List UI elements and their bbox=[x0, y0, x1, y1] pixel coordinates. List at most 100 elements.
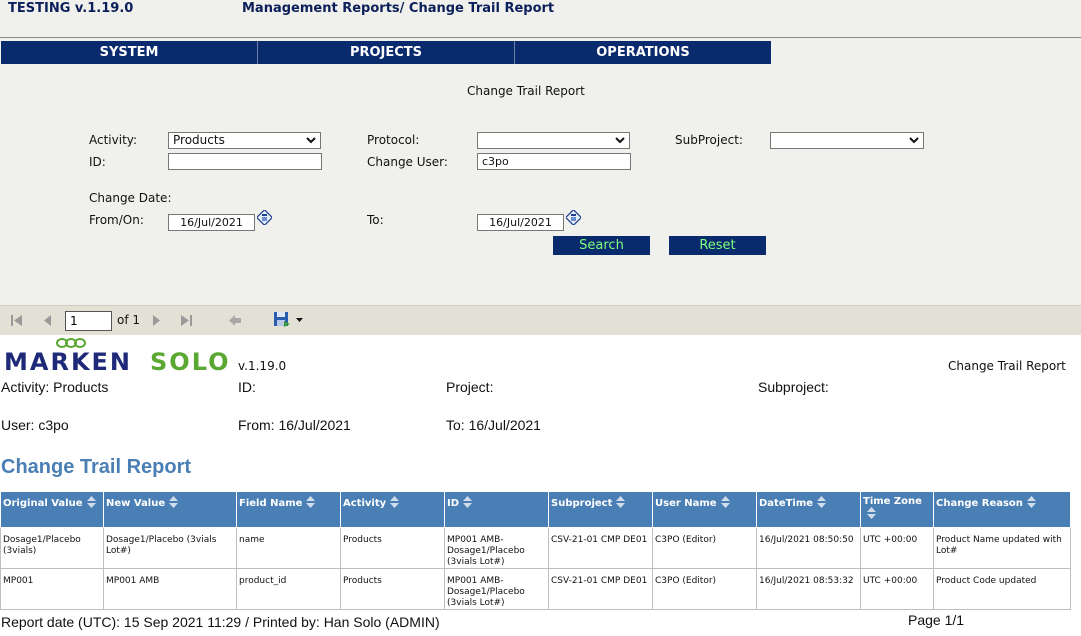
back-icon[interactable] bbox=[228, 314, 242, 327]
column-header-label: Time Zone bbox=[863, 496, 922, 507]
table-cell: Products bbox=[340, 568, 445, 610]
change-user-input[interactable]: c3po bbox=[477, 153, 631, 170]
change-trail-table: Original Value New Value Field Name Activit… bbox=[0, 491, 1071, 610]
meta-from: From: 16/Jul/2021 bbox=[238, 417, 351, 433]
search-button[interactable]: Search bbox=[553, 236, 650, 255]
activity-label: Activity: bbox=[89, 133, 138, 147]
column-header[interactable]: Original Value bbox=[0, 491, 104, 528]
last-page-icon[interactable] bbox=[179, 314, 193, 327]
table-cell: MP001 bbox=[0, 568, 104, 610]
report-title-small: Change Trail Report bbox=[948, 359, 1066, 373]
table-cell: CSV-21-01 CMP DE01 bbox=[548, 568, 653, 610]
calendar-icon[interactable] bbox=[566, 210, 581, 225]
change-date-label: Change Date: bbox=[89, 191, 172, 205]
logo-wave-icon bbox=[56, 338, 86, 348]
to-date-input[interactable]: 16/Jul/2021 bbox=[477, 214, 564, 231]
column-header[interactable]: Change Reason bbox=[933, 491, 1071, 528]
meta-to: To: 16/Jul/2021 bbox=[446, 417, 541, 433]
id-label: ID: bbox=[89, 155, 106, 169]
column-header[interactable]: User Name bbox=[652, 491, 757, 528]
sort-icon[interactable] bbox=[390, 496, 400, 508]
from-label: From/On: bbox=[89, 213, 144, 227]
protocol-select[interactable] bbox=[477, 132, 630, 149]
dropdown-arrow-icon[interactable] bbox=[296, 318, 303, 323]
calendar-icon[interactable] bbox=[257, 210, 272, 225]
export-save-icon[interactable] bbox=[273, 311, 291, 328]
prev-page-icon[interactable] bbox=[42, 314, 52, 327]
sort-icon[interactable] bbox=[616, 496, 626, 508]
breadcrumb: Management Reports/ Change Trail Report bbox=[242, 1, 555, 16]
table-cell: MP001 AMB-Dosage1/Placebo (3vials Lot#) bbox=[444, 568, 549, 610]
table-cell: CSV-21-01 CMP DE01 bbox=[548, 527, 653, 569]
main-nav: SYSTEM PROJECTS OPERATIONS bbox=[1, 41, 771, 64]
meta-project: Project: bbox=[446, 379, 494, 395]
sort-icon[interactable] bbox=[169, 496, 179, 508]
report-footer-page: Page 1/1 bbox=[908, 612, 965, 628]
change-user-label: Change User: bbox=[367, 155, 448, 169]
nav-operations[interactable]: OPERATIONS bbox=[515, 41, 771, 64]
next-page-icon[interactable] bbox=[152, 314, 162, 327]
column-header[interactable]: Subproject bbox=[548, 491, 653, 528]
logo-version: v.1.19.0 bbox=[238, 359, 287, 373]
table-body: Dosage1/Placebo (3vials) Dosage1/Placebo … bbox=[0, 527, 1071, 610]
column-header[interactable]: ID bbox=[444, 491, 549, 528]
column-header-label: Field Name bbox=[239, 498, 303, 509]
nav-system[interactable]: SYSTEM bbox=[1, 41, 258, 64]
report-area: MARKEN SOLO v.1.19.0 Change Trail Report… bbox=[0, 335, 1081, 636]
sort-icon[interactable] bbox=[463, 496, 473, 508]
marken-solo-logo: MARKEN SOLO bbox=[4, 338, 231, 375]
column-header-label: Subproject bbox=[551, 498, 613, 509]
subproject-select[interactable] bbox=[770, 132, 924, 149]
column-header[interactable]: DateTime bbox=[756, 491, 861, 528]
meta-subproject: Subproject: bbox=[758, 379, 829, 395]
column-header[interactable]: Activity bbox=[340, 491, 445, 528]
protocol-label: Protocol: bbox=[367, 133, 420, 147]
column-header-label: ID bbox=[447, 498, 460, 509]
chevron-down-icon bbox=[306, 137, 316, 144]
activity-select[interactable]: Products bbox=[168, 132, 321, 149]
sort-icon[interactable] bbox=[867, 507, 876, 519]
table-cell: Products bbox=[340, 527, 445, 569]
sort-icon[interactable] bbox=[306, 496, 316, 508]
report-footer-date: Report date (UTC): 15 Sep 2021 11:29 / P… bbox=[1, 614, 440, 630]
table-cell: Product Name updated with Lot# bbox=[933, 527, 1071, 569]
chevron-down-icon bbox=[615, 137, 625, 144]
column-header-label: Change Reason bbox=[936, 498, 1023, 509]
table-cell: 16/Jul/2021 08:53:32 bbox=[756, 568, 861, 610]
column-header-label: DateTime bbox=[759, 498, 814, 509]
app-version: TESTING v.1.19.0 bbox=[8, 1, 134, 16]
table-cell: name bbox=[236, 527, 341, 569]
logo-text-solo: SOLO bbox=[150, 348, 231, 375]
nav-projects[interactable]: PROJECTS bbox=[258, 41, 515, 64]
column-header-label: User Name bbox=[655, 498, 717, 509]
sort-icon[interactable] bbox=[1026, 496, 1036, 508]
activity-select-value: Products bbox=[173, 133, 225, 147]
column-header[interactable]: New Value bbox=[103, 491, 237, 528]
report-heading: Change Trail Report bbox=[1, 456, 192, 478]
table-cell: product_id bbox=[236, 568, 341, 610]
sort-icon[interactable] bbox=[817, 496, 827, 508]
column-header[interactable]: Time Zone bbox=[860, 491, 934, 528]
column-header-label: New Value bbox=[106, 498, 166, 509]
column-header-label: Original Value bbox=[3, 498, 83, 509]
id-input[interactable] bbox=[168, 153, 322, 170]
reset-button[interactable]: Reset bbox=[669, 236, 766, 255]
sort-icon[interactable] bbox=[86, 496, 96, 508]
subproject-label: SubProject: bbox=[675, 133, 743, 147]
table-row: Dosage1/Placebo (3vials) Dosage1/Placebo … bbox=[0, 527, 1071, 569]
page-number-input[interactable]: 1 bbox=[65, 311, 112, 331]
of-pages-label: of 1 bbox=[117, 313, 141, 327]
column-header[interactable]: Field Name bbox=[236, 491, 341, 528]
table-header-row: Original Value New Value Field Name Activit… bbox=[0, 491, 1071, 528]
table-cell: UTC +00:00 bbox=[860, 568, 934, 610]
logo-text-marken: MARKEN bbox=[4, 348, 132, 375]
table-cell: MP001 AMB-Dosage1/Placebo (3vials Lot#) bbox=[444, 527, 549, 569]
sort-icon[interactable] bbox=[720, 496, 730, 508]
report-toolbar: 1 of 1 bbox=[0, 305, 1081, 335]
table-cell: UTC +00:00 bbox=[860, 527, 934, 569]
meta-id: ID: bbox=[238, 379, 256, 395]
table-cell: Dosage1/Placebo (3vials) bbox=[0, 527, 104, 569]
first-page-icon[interactable] bbox=[10, 314, 24, 327]
from-date-input[interactable]: 16/Jul/2021 bbox=[168, 214, 255, 231]
table-cell: 16/Jul/2021 08:50:50 bbox=[756, 527, 861, 569]
